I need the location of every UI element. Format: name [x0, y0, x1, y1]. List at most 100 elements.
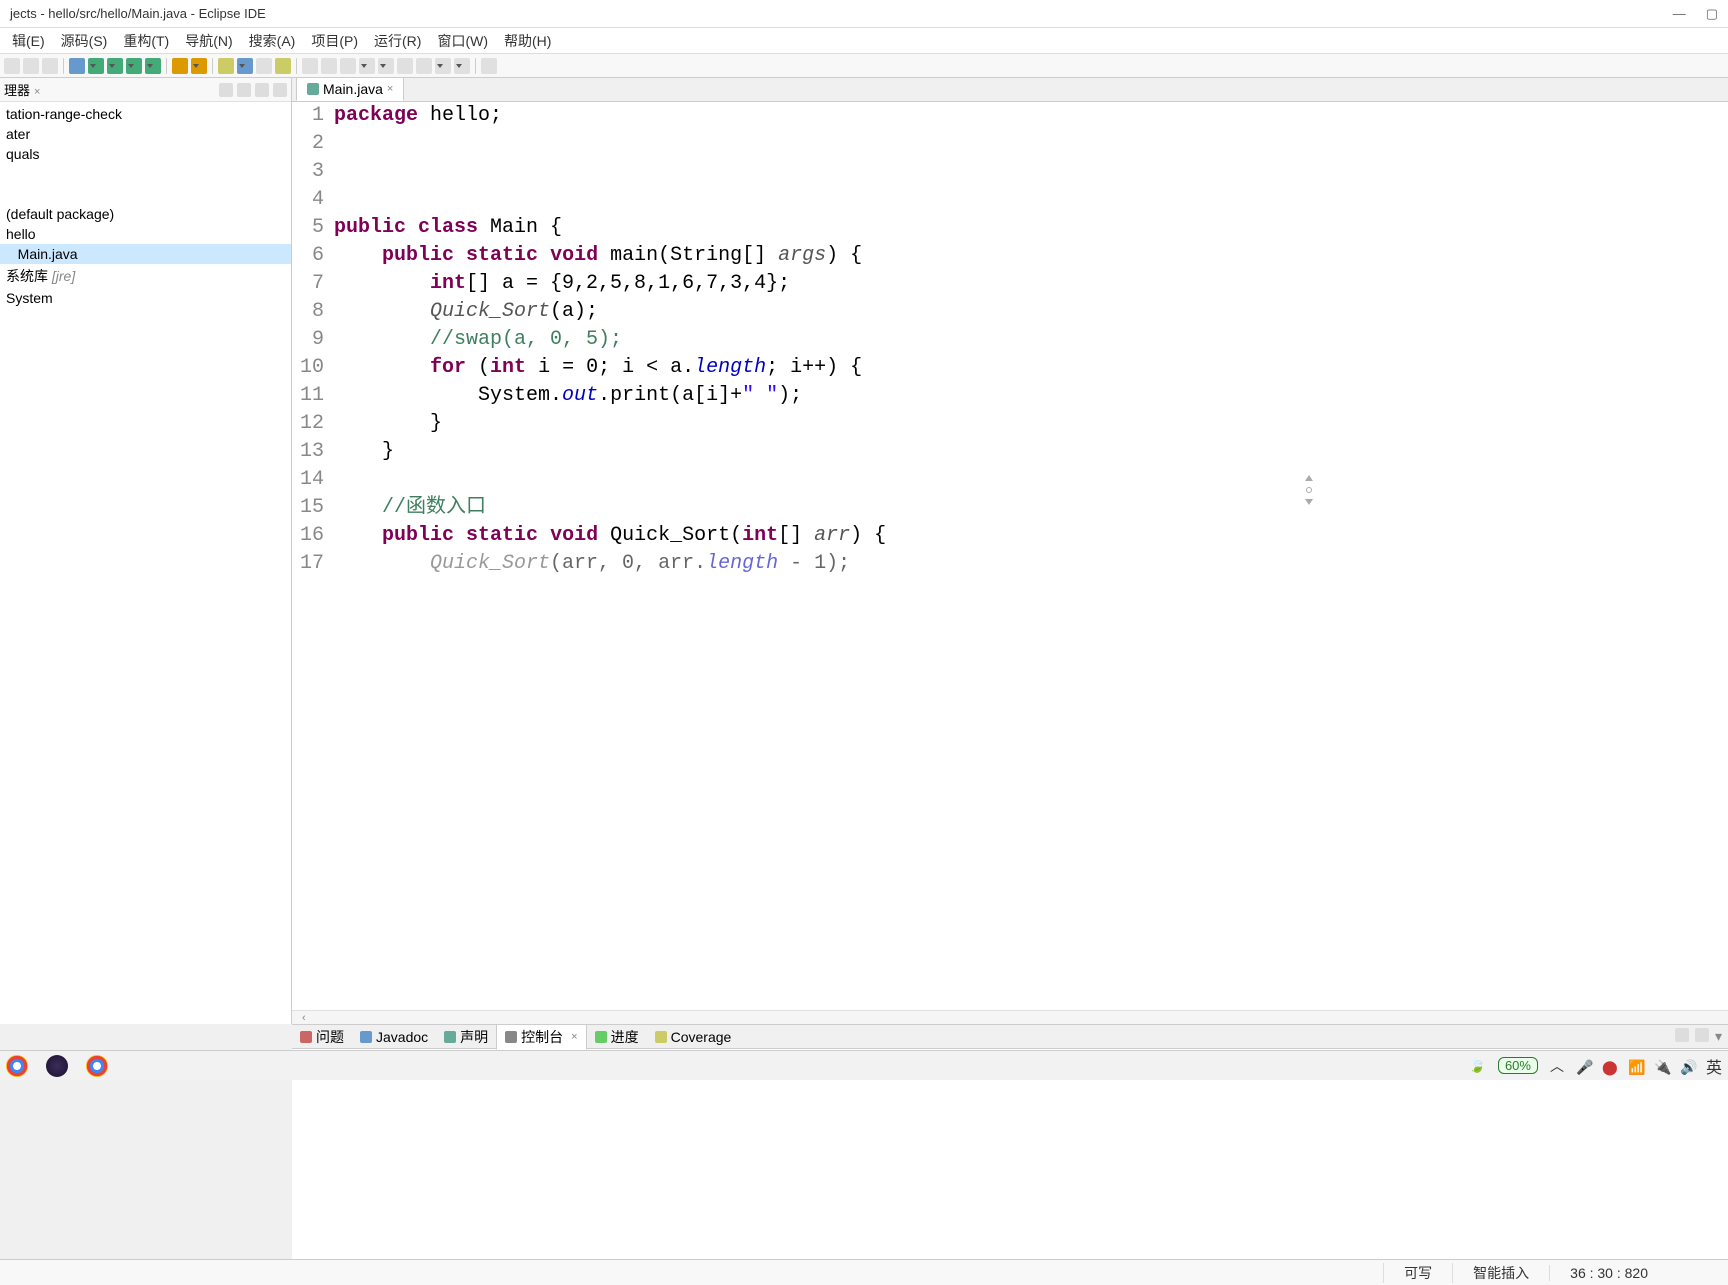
run-last-icon[interactable] [145, 58, 161, 74]
close-icon[interactable]: × [387, 83, 393, 95]
display-console-icon[interactable] [1695, 1028, 1709, 1042]
eclipse-icon[interactable] [46, 1055, 68, 1077]
menu-edit[interactable]: 辑(E) [4, 29, 53, 53]
tree-syslib[interactable]: 系统库 [jre] [0, 264, 291, 288]
line-gutter: 123 456 789 101112 131415 1617 [292, 102, 330, 1010]
explorer-tools [219, 83, 287, 97]
battery-badge[interactable]: 60% [1498, 1057, 1538, 1074]
tab-console[interactable]: 控制台× [496, 1024, 586, 1050]
close-icon[interactable]: × [571, 1031, 577, 1043]
bottom-tabs: 问题 Javadoc 声明 控制台× 进度 Coverage ▾ [292, 1025, 1728, 1049]
close-icon[interactable] [34, 83, 44, 93]
horizontal-scrollbar[interactable]: ‹ [292, 1010, 1728, 1024]
tab-main-java[interactable]: Main.java × [296, 77, 404, 101]
separator-icon [166, 58, 167, 74]
chrome-icon[interactable] [6, 1055, 28, 1077]
new-class-icon[interactable] [191, 58, 207, 74]
code-content[interactable]: package hello; public class Main { publi… [330, 102, 1728, 1010]
main-area: 理器 tation-range-check ater quals (defaul… [0, 78, 1728, 1024]
chevron-up-icon[interactable]: ︿ [1550, 1056, 1564, 1076]
link-editor-icon[interactable] [237, 83, 251, 97]
os-taskbar: 🍃 60% ︿ 🎤 ⬤ 📶 🔌 🔊 英 [0, 1050, 1728, 1080]
explorer-title: 理器 [4, 83, 30, 98]
java-file-icon [307, 83, 319, 95]
chrome2-icon[interactable] [86, 1055, 108, 1077]
scroll-indicator [1305, 475, 1313, 505]
last-edit-icon[interactable] [359, 58, 375, 74]
toolbar [0, 54, 1728, 78]
toggle-mark-icon[interactable] [256, 58, 272, 74]
separator-icon [296, 58, 297, 74]
editor-tabs: Main.java × [292, 78, 1728, 102]
view-menu-icon[interactable] [273, 83, 287, 97]
separator-icon [63, 58, 64, 74]
power-icon[interactable]: 🔌 [1654, 1059, 1668, 1073]
run-icon[interactable] [107, 58, 123, 74]
leaf-icon[interactable]: 🍃 [1469, 1057, 1486, 1074]
status-position: 36 : 30 : 820 [1549, 1265, 1668, 1281]
tree-main-java[interactable]: Main.java [0, 244, 291, 264]
tree-hello[interactable]: hello [0, 224, 291, 244]
statusbar: 可写 智能插入 36 : 30 : 820 [0, 1259, 1728, 1285]
collapse-all-icon[interactable] [219, 83, 233, 97]
menu-window[interactable]: 窗口(W) [429, 29, 496, 53]
search-icon[interactable] [237, 58, 253, 74]
editor-area: Main.java × 123 456 789 101112 131415 16… [292, 78, 1728, 1024]
volume-icon[interactable]: 🔊 [1680, 1059, 1694, 1073]
new-icon[interactable] [4, 58, 20, 74]
titlebar: jects - hello/src/hello/Main.java - Ecli… [0, 0, 1728, 28]
debug-icon[interactable] [88, 58, 104, 74]
tree-package[interactable]: (default package) [0, 204, 291, 224]
pin-icon[interactable] [481, 58, 497, 74]
code-editor[interactable]: 123 456 789 101112 131415 1617 package h… [292, 102, 1728, 1010]
coverage-icon[interactable] [126, 58, 142, 74]
mic-icon[interactable]: 🎤 [1576, 1059, 1590, 1073]
separator-icon [475, 58, 476, 74]
open-type-icon[interactable] [218, 58, 234, 74]
pin-console-icon[interactable] [1675, 1028, 1689, 1042]
status-writable: 可写 [1383, 1263, 1452, 1283]
wifi-icon[interactable]: 📶 [1628, 1059, 1642, 1073]
package-explorer: 理器 tation-range-check ater quals (defaul… [0, 78, 292, 1024]
menu-refactor[interactable]: 重构(T) [115, 29, 177, 53]
tab-progress[interactable]: 进度 [587, 1025, 647, 1049]
new-package-icon[interactable] [172, 58, 188, 74]
antivirus-icon[interactable]: ⬤ [1602, 1059, 1616, 1073]
separator-icon [212, 58, 213, 74]
forward-icon[interactable] [397, 58, 413, 74]
menu-help[interactable]: 帮助(H) [496, 29, 559, 53]
filter-icon[interactable] [255, 83, 269, 97]
back-icon[interactable] [378, 58, 394, 74]
tree-item[interactable]: tation-range-check [0, 104, 291, 124]
tab-problems[interactable]: 问题 [292, 1025, 352, 1049]
menu-navigate[interactable]: 导航(N) [177, 29, 240, 53]
tree-item[interactable]: ater [0, 124, 291, 144]
back2-icon[interactable] [435, 58, 451, 74]
maximize-button[interactable]: ▢ [1706, 6, 1718, 22]
tree-system[interactable]: System [0, 288, 291, 308]
save-all-icon[interactable] [42, 58, 58, 74]
forward3-icon[interactable] [454, 58, 470, 74]
console-menu-icon[interactable]: ▾ [1715, 1028, 1722, 1045]
tab-javadoc[interactable]: Javadoc [352, 1027, 436, 1047]
ime-indicator[interactable]: 英 [1706, 1054, 1722, 1078]
tree-item[interactable]: quals [0, 144, 291, 164]
explorer-tree: tation-range-check ater quals (default p… [0, 102, 291, 1024]
menu-project[interactable]: 项目(P) [303, 29, 366, 53]
menu-search[interactable]: 搜索(A) [241, 29, 304, 53]
toggle-highlight-icon[interactable] [275, 58, 291, 74]
tab-coverage[interactable]: Coverage [647, 1027, 740, 1047]
explorer-header: 理器 [0, 78, 291, 102]
minimize-button[interactable]: — [1673, 6, 1686, 22]
next-annotation-icon[interactable] [302, 58, 318, 74]
tab-declaration[interactable]: 声明 [436, 1025, 496, 1049]
save-icon[interactable] [23, 58, 39, 74]
menu-source[interactable]: 源码(S) [53, 29, 116, 53]
open-icon[interactable] [69, 58, 85, 74]
console-content: 此时没有要显示的控制台。 [292, 1049, 1728, 1259]
window-title: jects - hello/src/hello/Main.java - Ecli… [10, 6, 266, 21]
show-whitespace-icon[interactable] [340, 58, 356, 74]
menu-run[interactable]: 运行(R) [366, 29, 429, 53]
forward2-icon[interactable] [416, 58, 432, 74]
prev-annotation-icon[interactable] [321, 58, 337, 74]
